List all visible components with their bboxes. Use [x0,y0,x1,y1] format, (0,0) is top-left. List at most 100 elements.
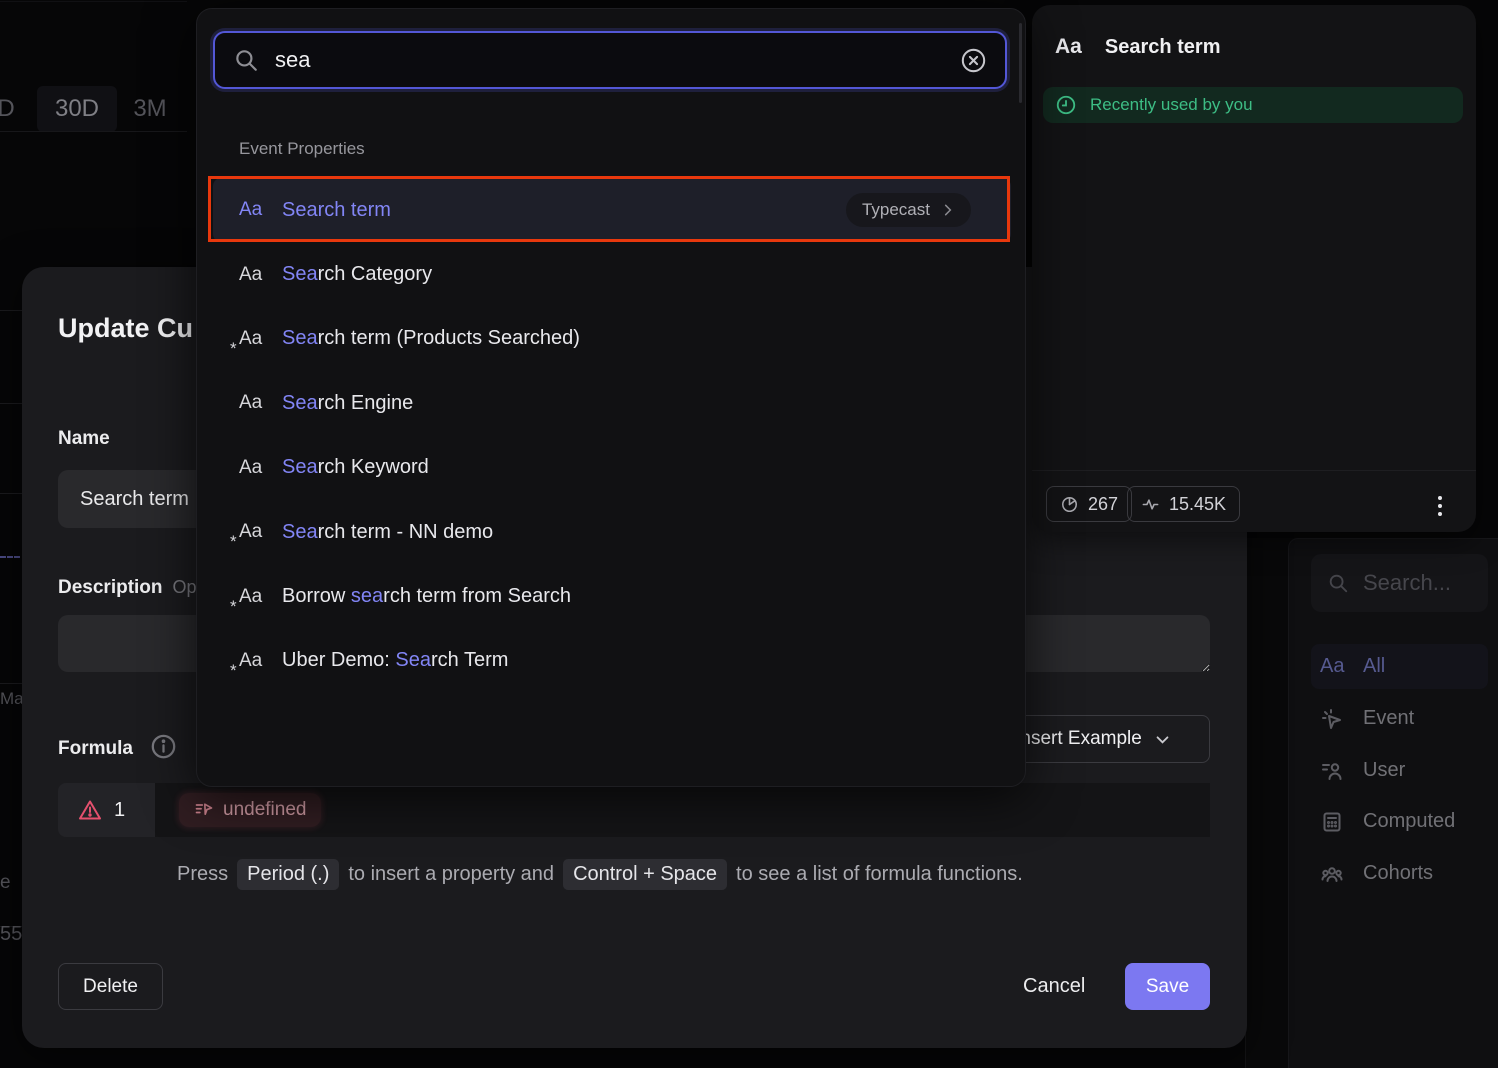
axis-label-e: e [0,872,11,894]
custom-text-property-icon: Aa* [239,521,273,543]
modal-search-box[interactable] [213,31,1007,89]
results-list: AaSearch termTypecastAaSearch CategoryAa… [213,178,1011,693]
property-result-label: Search term (Products Searched) [282,327,580,350]
kbd-period: Period (.) [237,859,339,890]
event-icon [1320,707,1344,731]
distinct-values-count: 267 [1088,494,1118,515]
sidebar-item-label: Cohorts [1363,862,1433,885]
time-range-button-30d[interactable]: 30D [37,86,117,132]
cohorts-icon [1320,862,1344,886]
typecast-button[interactable]: Typecast [846,193,971,227]
dialog-title: Update Cu [58,313,193,344]
computed-icon [1320,810,1344,834]
custom-text-property-icon: Aa* [239,586,273,608]
detail-title: Search term [1105,36,1221,59]
name-label: Name [58,428,110,450]
property-result-label: Search Keyword [282,456,429,479]
formula-label: Formula [58,738,133,760]
formula-error-badge: 1 [58,783,155,837]
app-root: D 30D 3M May e 55 AaAllEventUserComputed… [0,0,1498,1068]
clock-icon [1055,94,1077,116]
event-volume-pill[interactable]: 15.45K [1127,486,1240,522]
clear-search-icon[interactable] [960,47,987,74]
property-result-row[interactable]: Aa* Search term - NN demo [213,500,1011,564]
property-result-row[interactable]: Aa* Search term (Products Searched) [213,307,1011,371]
property-result-row[interactable]: Aa Search Keyword [213,436,1011,500]
sidebar-item-all[interactable]: Aa All [1311,644,1488,689]
text-property-icon: Aa [239,199,273,221]
sidebar-item-label: Event [1363,707,1414,730]
pie-chart-icon [1060,495,1079,514]
property-result-label: Search term [282,199,391,222]
property-result-label: Uber Demo: Search Term [282,649,508,672]
user-icon [1320,759,1344,783]
description-label: Description [58,577,163,599]
activity-icon [1141,495,1160,514]
chart-average-line [0,556,20,558]
warning-icon [78,798,102,822]
insert-example-label: Insert Example [1015,728,1142,750]
property-result-label: Search term - NN demo [282,521,493,544]
sidebar-item-label: All [1363,655,1385,678]
custom-star-mark: * [230,339,237,359]
hint-end: to see a list of formula functions. [736,863,1023,886]
event-property-icon [194,800,214,820]
text-property-icon: Aa [239,457,273,479]
hint-mid: to insert a property and [348,863,554,886]
error-count: 1 [114,799,125,822]
time-range-button-3m[interactable]: 3M [117,86,183,132]
property-result-row[interactable]: Aa Search term Typecast [213,178,1011,242]
more-options-button[interactable] [1428,491,1452,521]
property-result-row[interactable]: Aa Search Engine [213,371,1011,435]
text-property-icon: Aa [239,392,273,414]
time-bar-divider [0,131,187,132]
sidebar-search-box[interactable] [1311,554,1488,612]
text-property-icon: Aa [239,264,273,286]
formula-hint: Press Period (.) to insert a property an… [177,859,1023,890]
property-search-modal: Event Properties AaSearch termTypecastAa… [196,8,1026,787]
search-icon [233,47,259,73]
custom-text-property-icon: Aa* [239,328,273,350]
recently-used-badge: Recently used by you [1043,87,1463,123]
distinct-values-pill[interactable]: 267 [1046,486,1132,522]
modal-scrollbar[interactable] [1019,23,1022,103]
text-property-icon: Aa [1055,35,1082,59]
cancel-button[interactable]: Cancel [1023,975,1085,998]
top-divider [0,1,187,2]
time-range-button-partial[interactable]: D [0,86,26,132]
chart-gridline [0,493,22,494]
custom-star-mark: * [230,661,237,681]
modal-search-input[interactable] [275,47,960,73]
section-header: Event Properties [239,139,365,159]
property-result-label: Borrow search term from Search [282,585,571,608]
recently-used-label: Recently used by you [1090,95,1253,115]
sidebar-item-cohorts[interactable]: Cohorts [1311,856,1488,891]
property-result-label: Search Category [282,263,432,286]
property-result-row[interactable]: Aa* Uber Demo: Search Term [213,629,1011,693]
sidebar-item-user[interactable]: User [1311,753,1488,788]
property-result-row[interactable]: Aa Search Category [213,242,1011,306]
undefined-chip-label: undefined [223,799,306,821]
formula-input[interactable]: undefined [155,783,1210,837]
property-result-row[interactable]: Aa* Borrow search term from Search [213,564,1011,628]
custom-star-mark: * [230,597,237,617]
chevron-right-icon [941,203,955,217]
chevron-down-icon [1154,731,1171,748]
kbd-control-space: Control + Space [563,859,727,890]
event-volume-count: 15.45K [1169,494,1226,515]
info-icon[interactable] [150,733,177,760]
axis-label-55: 55 [0,923,22,946]
sidebar-item-computed[interactable]: Computed [1311,804,1488,839]
detail-header: Aa Search term [1055,35,1220,59]
delete-button[interactable]: Delete [58,963,163,1010]
property-result-label: Search Engine [282,392,413,415]
custom-star-mark: * [230,532,237,552]
text-property-icon: Aa [1320,655,1344,678]
custom-text-property-icon: Aa* [239,650,273,672]
save-button[interactable]: Save [1125,963,1210,1010]
undefined-property-chip[interactable]: undefined [179,793,321,827]
hint-press: Press [177,863,228,886]
sidebar-item-event[interactable]: Event [1311,701,1488,736]
chart-gridline [0,310,22,311]
sidebar-search-input[interactable] [1363,570,1473,596]
